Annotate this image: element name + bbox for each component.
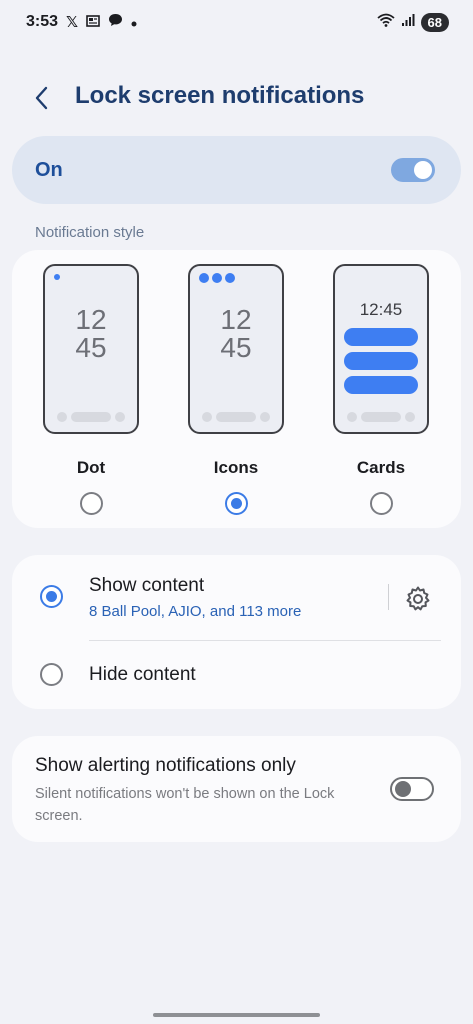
preview-clock: 12 45 — [190, 306, 282, 362]
icons-indicator — [199, 273, 235, 283]
style-name-cards: Cards — [356, 458, 406, 477]
preview-bottom-bar — [190, 412, 282, 422]
radio-hide-content[interactable] — [40, 663, 63, 686]
preview-bottom-bar — [45, 412, 137, 422]
back-button[interactable] — [26, 82, 58, 114]
navigation-handle[interactable] — [153, 1013, 320, 1017]
notification-style-card: 12 45 Dot 12 45 Icons 12:45 Cards — [12, 250, 461, 528]
icons-preview: 12 45 — [188, 264, 284, 434]
header: Lock screen notifications — [0, 76, 473, 120]
hide-content-row[interactable]: Hide content — [12, 641, 461, 709]
alerting-title: Show alerting notifications only — [35, 755, 296, 776]
radio-cards[interactable] — [369, 492, 393, 515]
hide-content-title: Hide content — [89, 664, 196, 685]
battery-badge: 68 — [420, 12, 449, 32]
style-option-cards[interactable]: 12:45 Cards — [333, 264, 429, 520]
dot-indicator — [54, 274, 60, 280]
preview-card-bar — [344, 376, 418, 394]
style-option-icons[interactable]: 12 45 Icons — [188, 264, 284, 520]
preview-hour: 12 — [220, 304, 252, 335]
master-switch-label: On — [35, 158, 63, 181]
preview-minute: 45 — [75, 332, 107, 363]
wifi-icon — [376, 13, 395, 32]
status-bar: 3:53 𝕏 68 — [0, 0, 473, 44]
page-title: Lock screen notifications — [75, 82, 365, 109]
signal-icon — [401, 13, 415, 32]
show-content-row[interactable]: Show content 8 Ball Pool, AJIO, and 113 … — [12, 555, 461, 641]
chevron-left-icon — [35, 86, 48, 110]
news-icon — [86, 14, 100, 31]
cards-preview: 12:45 — [333, 264, 429, 434]
status-left: 3:53 𝕏 — [26, 13, 137, 31]
radio-dot[interactable] — [79, 492, 103, 515]
style-name-dot: Dot — [76, 458, 106, 477]
dot-preview: 12 45 — [43, 264, 139, 434]
preview-bottom-bar — [335, 412, 427, 422]
preview-clock: 12:45 — [359, 300, 403, 319]
chat-icon — [108, 13, 123, 31]
radio-show-content[interactable] — [40, 585, 63, 608]
alerting-description: Silent notifications won't be shown on t… — [35, 786, 335, 824]
x-icon: 𝕏 — [66, 14, 79, 31]
style-option-dot[interactable]: 12 45 Dot — [43, 264, 139, 520]
status-right: 68 — [376, 12, 449, 32]
vertical-divider — [388, 584, 389, 610]
toggle-knob — [414, 161, 432, 179]
settings-button[interactable] — [404, 585, 432, 613]
dot-icon — [131, 14, 137, 31]
master-toggle[interactable] — [391, 158, 435, 182]
preview-clock: 12 45 — [45, 306, 137, 362]
alerting-only-card[interactable]: Show alerting notifications only Silent … — [12, 736, 461, 842]
preview-minute: 45 — [220, 332, 252, 363]
gear-icon — [406, 586, 430, 611]
show-content-subtitle: 8 Ball Pool, AJIO, and 113 more — [89, 603, 302, 620]
status-time: 3:53 — [26, 13, 59, 30]
content-visibility-card: Show content 8 Ball Pool, AJIO, and 113 … — [12, 555, 461, 709]
section-label-notification-style: Notification style — [35, 224, 145, 241]
master-switch-bar[interactable]: On — [12, 136, 461, 204]
alerting-toggle[interactable] — [390, 777, 434, 801]
preview-card-bar — [344, 328, 418, 346]
toggle-knob — [395, 781, 411, 797]
preview-card-bar — [344, 352, 418, 370]
show-content-title: Show content — [89, 575, 205, 596]
radio-icons[interactable] — [224, 492, 248, 515]
preview-hour: 12 — [75, 304, 107, 335]
style-name-icons: Icons — [213, 458, 259, 477]
